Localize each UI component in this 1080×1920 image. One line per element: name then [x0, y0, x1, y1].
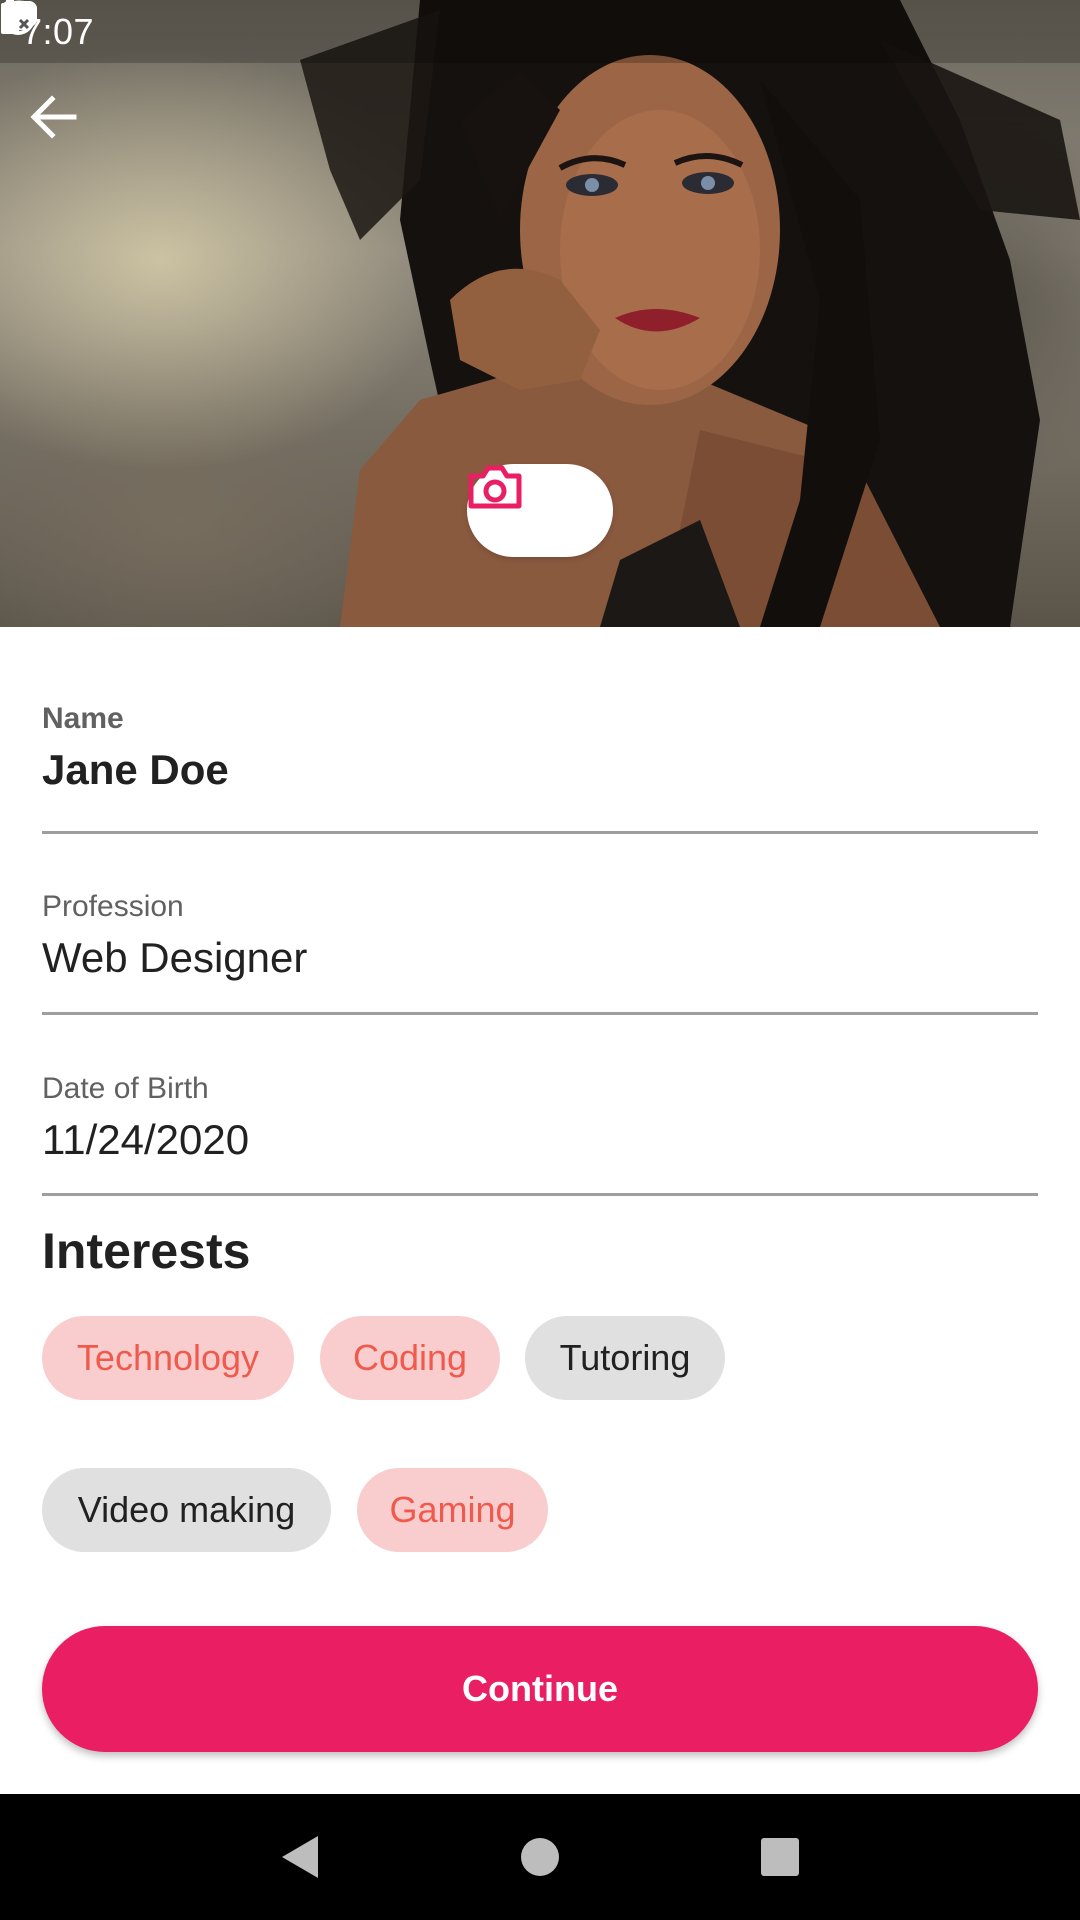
interest-chip-technology[interactable]: Technology [42, 1316, 294, 1400]
interest-chip-coding[interactable]: Coding [320, 1316, 500, 1400]
profession-underline [42, 1012, 1038, 1015]
dob-underline [42, 1193, 1038, 1196]
name-value[interactable]: Jane Doe [42, 746, 1038, 794]
home-circle-icon[interactable] [520, 1837, 560, 1877]
change-photo-button[interactable] [467, 464, 613, 557]
profession-field[interactable]: Profession Web Designer [42, 890, 1038, 1015]
dob-field[interactable]: Date of Birth 11/24/2020 [42, 1072, 1038, 1196]
interest-chip-gaming[interactable]: Gaming [357, 1468, 548, 1552]
back-triangle-icon[interactable] [280, 1834, 320, 1880]
interest-chip-video-making[interactable]: Video making [42, 1468, 331, 1552]
camera-icon [468, 465, 522, 509]
arrow-left-icon [30, 95, 77, 139]
name-label: Name [42, 702, 124, 735]
dob-label: Date of Birth [42, 1072, 209, 1105]
back-button[interactable] [30, 95, 120, 175]
name-underline [42, 831, 1038, 834]
recents-square-icon[interactable] [760, 1837, 800, 1877]
status-bar: 7:07 [0, 0, 1080, 63]
continue-button[interactable]: Continue [42, 1626, 1038, 1752]
dob-value[interactable]: 11/24/2020 [42, 1116, 1038, 1164]
interest-chip-tutoring[interactable]: Tutoring [525, 1316, 725, 1400]
system-nav-bar [0, 1794, 1080, 1920]
profession-value[interactable]: Web Designer [42, 934, 1038, 982]
interests-title: Interests [42, 1223, 251, 1279]
profile-photo: 7:07 [0, 0, 1080, 627]
profession-label: Profession [42, 890, 184, 923]
name-field[interactable]: Name Jane Doe [42, 702, 1038, 834]
profile-edit-screen: 7:07 Name Jane Doe Profession Web Design… [0, 0, 1080, 1920]
